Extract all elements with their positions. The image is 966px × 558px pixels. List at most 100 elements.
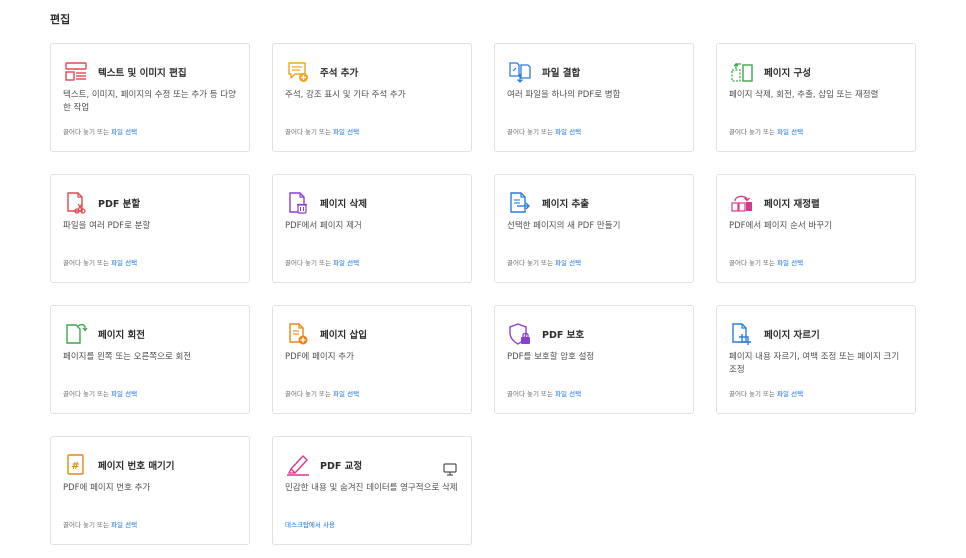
- card-title: 주석 추가: [320, 68, 359, 79]
- select-file-link[interactable]: 파일 선택: [333, 390, 359, 398]
- card-footer: 끌어다 놓기 또는 파일 선택: [285, 388, 359, 398]
- card-description: 페이지를 왼쪽 또는 오른쪽으로 회전: [63, 352, 192, 362]
- card-title: PDF 분할: [98, 199, 141, 210]
- protect-pdf-icon: [507, 321, 533, 347]
- card-footer: 끌어다 놓기 또는 파일 선택: [507, 388, 581, 398]
- card-footer: 끌어다 놓기 또는 파일 선택: [507, 126, 581, 136]
- card-title: 페이지 구성: [764, 68, 812, 79]
- delete-pages-icon: [285, 190, 311, 216]
- combine-files-icon: [507, 59, 533, 85]
- select-file-link[interactable]: 파일 선택: [111, 390, 137, 398]
- tool-card-organize[interactable]: 페이지 구성 페이지 삭제, 회전, 추출, 삽입 또는 재정렬 끌어다 놓기 …: [716, 43, 916, 152]
- card-footer: 끌어다 놓기 또는 파일 선택: [63, 126, 137, 136]
- tool-card-delete[interactable]: 페이지 삭제 PDF에서 페이지 제거 끌어다 놓기 또는 파일 선택: [272, 174, 472, 283]
- card-title: 페이지 삭제: [320, 199, 368, 210]
- tool-card-crop[interactable]: 페이지 자르기 페이지 내용 자르기, 여백 조정 또는 페이지 크기 조정 끌…: [716, 305, 916, 414]
- card-description: PDF에 페이지 번호 추가: [63, 483, 151, 493]
- card-footer: 끌어다 놓기 또는 파일 선택: [285, 126, 359, 136]
- tool-card-extract[interactable]: 페이지 추출 선택한 페이지의 새 PDF 만들기 끌어다 놓기 또는 파일 선…: [494, 174, 694, 283]
- edit-text-image-icon: [63, 59, 89, 85]
- card-description: 텍스트, 이미지, 페이지의 수정 또는 추가 등 다양한 작업: [63, 90, 236, 113]
- drag-drop-text: 끌어다 놓기 또는: [63, 521, 109, 529]
- card-description: 민감한 내용 및 숨겨진 데이터를 영구적으로 삭제: [285, 483, 458, 493]
- tool-card-comment[interactable]: 주석 추가 주석, 강조 표시 및 기타 주석 추가 끌어다 놓기 또는 파일 …: [272, 43, 472, 152]
- drag-drop-text: 끌어다 놓기 또는: [63, 128, 109, 136]
- select-file-link[interactable]: 파일 선택: [333, 259, 359, 267]
- card-footer: 끌어다 놓기 또는 파일 선택: [729, 126, 803, 136]
- card-footer: 끌어다 놓기 또는 파일 선택: [63, 388, 137, 398]
- page-numbers-icon: #: [63, 452, 89, 478]
- card-description: 주석, 강조 표시 및 기타 주석 추가: [285, 90, 406, 100]
- tool-card-reorder[interactable]: 페이지 재정렬 PDF에서 페이지 순서 바꾸기 끌어다 놓기 또는 파일 선택: [716, 174, 916, 283]
- card-description: 파일을 여러 PDF로 분할: [63, 221, 151, 231]
- drag-drop-text: 끌어다 놓기 또는: [285, 259, 331, 267]
- insert-pages-icon: [285, 321, 311, 347]
- card-description: 여러 파일을 하나의 PDF로 병합: [507, 90, 621, 100]
- redact-pdf-icon: [285, 452, 311, 478]
- card-title: 페이지 추출: [542, 199, 590, 210]
- card-title: PDF 교정: [320, 461, 363, 472]
- drag-drop-text: 끌어다 놓기 또는: [729, 259, 775, 267]
- card-footer: 끌어다 놓기 또는 파일 선택: [63, 257, 137, 267]
- drag-drop-text: 끌어다 놓기 또는: [63, 259, 109, 267]
- section-title: 편집: [50, 13, 71, 26]
- card-title: 페이지 자르기: [764, 330, 820, 341]
- use-on-desktop-link[interactable]: 데스크탑에서 사용: [285, 521, 335, 529]
- drag-drop-text: 끌어다 놓기 또는: [63, 390, 109, 398]
- tool-card-combine[interactable]: 파일 결합 여러 파일을 하나의 PDF로 병합 끌어다 놓기 또는 파일 선택: [494, 43, 694, 152]
- card-footer: 끌어다 놓기 또는 파일 선택: [729, 257, 803, 267]
- select-file-link[interactable]: 파일 선택: [777, 259, 803, 267]
- card-title: 페이지 재정렬: [764, 199, 820, 210]
- select-file-link[interactable]: 파일 선택: [555, 259, 581, 267]
- card-title: 파일 결합: [542, 68, 581, 79]
- tool-card-edit-text-image[interactable]: 텍스트 및 이미지 편집 텍스트, 이미지, 페이지의 수정 또는 추가 등 다…: [50, 43, 250, 152]
- tool-card-redact[interactable]: PDF 교정 민감한 내용 및 숨겨진 데이터를 영구적으로 삭제 데스크탑에서…: [272, 436, 472, 545]
- tool-card-insert[interactable]: 페이지 삽입 PDF에 페이지 추가 끌어다 놓기 또는 파일 선택: [272, 305, 472, 414]
- card-footer: 데스크탑에서 사용: [285, 519, 335, 529]
- card-description: PDF에 페이지 추가: [285, 352, 354, 362]
- drag-drop-text: 끌어다 놓기 또는: [285, 390, 331, 398]
- card-footer: 끌어다 놓기 또는 파일 선택: [507, 257, 581, 267]
- rotate-pages-icon: [63, 321, 89, 347]
- card-description: 페이지 내용 자르기, 여백 조정 또는 페이지 크기 조정: [729, 352, 900, 375]
- card-title: 텍스트 및 이미지 편집: [98, 68, 187, 79]
- card-title: 페이지 번호 매기기: [98, 461, 175, 472]
- card-title: 페이지 회전: [98, 330, 146, 341]
- drag-drop-text: 끌어다 놓기 또는: [507, 128, 553, 136]
- select-file-link[interactable]: 파일 선택: [111, 259, 137, 267]
- comment-add-icon: [285, 59, 311, 85]
- card-description: PDF를 보호할 암호 설정: [507, 352, 595, 362]
- select-file-link[interactable]: 파일 선택: [777, 390, 803, 398]
- select-file-link[interactable]: 파일 선택: [777, 128, 803, 136]
- tool-card-protect[interactable]: PDF 보호 PDF를 보호할 암호 설정 끌어다 놓기 또는 파일 선택: [494, 305, 694, 414]
- card-description: 선택한 페이지의 새 PDF 만들기: [507, 221, 621, 231]
- tool-card-number[interactable]: # 페이지 번호 매기기 PDF에 페이지 번호 추가 끌어다 놓기 또는 파일…: [50, 436, 250, 545]
- card-footer: 끌어다 놓기 또는 파일 선택: [729, 388, 803, 398]
- card-footer: 끌어다 놓기 또는 파일 선택: [285, 257, 359, 267]
- tool-card-split[interactable]: PDF 분할 파일을 여러 PDF로 분할 끌어다 놓기 또는 파일 선택: [50, 174, 250, 283]
- card-title: 페이지 삽입: [320, 330, 368, 341]
- drag-drop-text: 끌어다 놓기 또는: [285, 128, 331, 136]
- tool-card-rotate[interactable]: 페이지 회전 페이지를 왼쪽 또는 오른쪽으로 회전 끌어다 놓기 또는 파일 …: [50, 305, 250, 414]
- drag-drop-text: 끌어다 놓기 또는: [729, 128, 775, 136]
- card-description: PDF에서 페이지 순서 바꾸기: [729, 221, 832, 231]
- card-title: PDF 보호: [542, 330, 585, 341]
- extract-pages-icon: [507, 190, 533, 216]
- drag-drop-text: 끌어다 놓기 또는: [507, 390, 553, 398]
- card-description: PDF에서 페이지 제거: [285, 221, 362, 231]
- card-description: 페이지 삭제, 회전, 추출, 삽입 또는 재정렬: [729, 90, 879, 100]
- select-file-link[interactable]: 파일 선택: [333, 128, 359, 136]
- reorder-pages-icon: [729, 190, 755, 216]
- drag-drop-text: 끌어다 놓기 또는: [729, 390, 775, 398]
- svg-text:#: #: [71, 461, 79, 472]
- organize-pages-icon: [729, 59, 755, 85]
- drag-drop-text: 끌어다 놓기 또는: [507, 259, 553, 267]
- split-pdf-icon: [63, 190, 89, 216]
- tools-grid: 텍스트 및 이미지 편집 텍스트, 이미지, 페이지의 수정 또는 추가 등 다…: [50, 43, 916, 545]
- desktop-monitor-icon: [443, 461, 457, 476]
- select-file-link[interactable]: 파일 선택: [555, 128, 581, 136]
- select-file-link[interactable]: 파일 선택: [111, 128, 137, 136]
- select-file-link[interactable]: 파일 선택: [111, 521, 137, 529]
- crop-pages-icon: [729, 321, 755, 347]
- select-file-link[interactable]: 파일 선택: [555, 390, 581, 398]
